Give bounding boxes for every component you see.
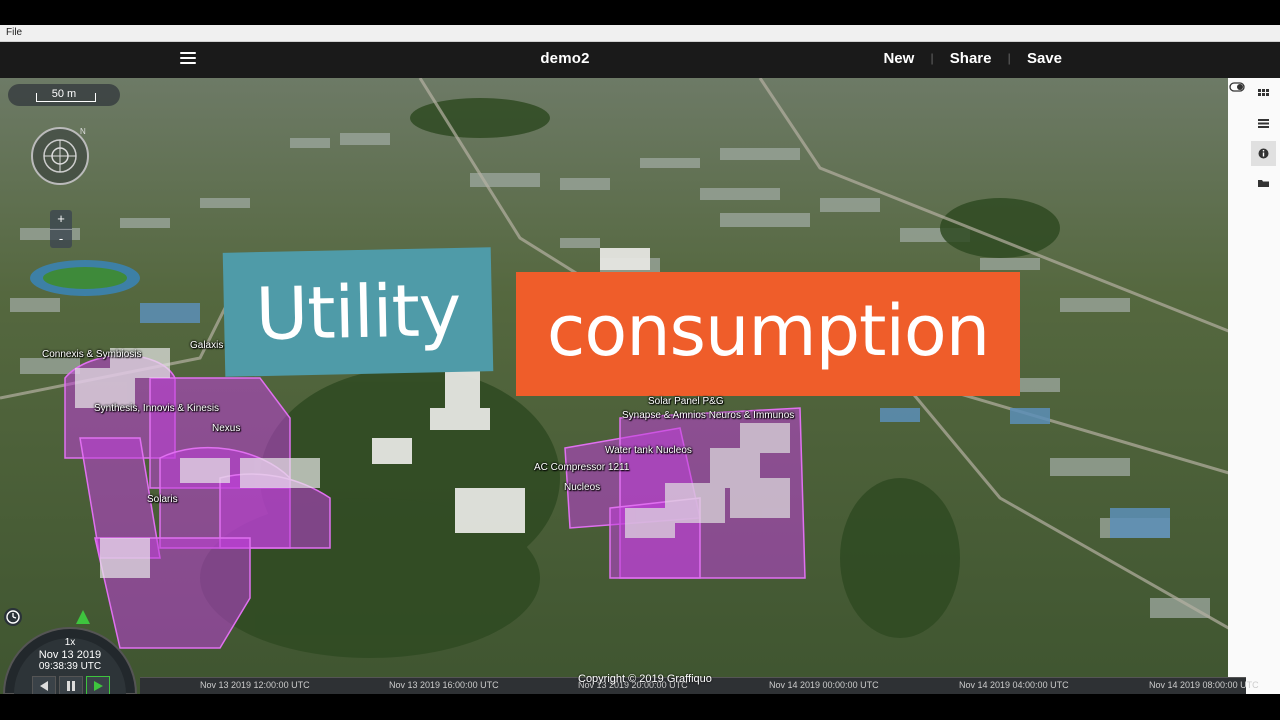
scale-bar: 50 m: [8, 84, 120, 106]
building-label[interactable]: Galaxis: [190, 340, 223, 351]
zoom-in-button[interactable]: +: [50, 210, 72, 230]
title-card-orange: consumption: [516, 272, 1020, 396]
building-label[interactable]: Connexis & Symbiosis: [42, 349, 141, 360]
scale-line: [36, 93, 96, 102]
folder-icon[interactable]: [1251, 171, 1276, 196]
compass-icon[interactable]: N: [30, 126, 90, 186]
save-button[interactable]: Save: [1027, 50, 1062, 67]
title-consumption: consumption: [546, 290, 990, 372]
building-label[interactable]: Synthesis, Innovis & Kinesis: [94, 403, 219, 414]
building-label[interactable]: Water tank Nucleos: [605, 445, 692, 456]
timeline-tick: Nov 14 2019 04:00:00 UTC: [959, 680, 1069, 690]
building-label[interactable]: Synapse & Amnios Neuros & Immunos: [622, 410, 794, 421]
title-card-teal: Utility: [222, 247, 494, 377]
grid-icon[interactable]: [1251, 81, 1276, 106]
rewind-icon[interactable]: [32, 676, 56, 696]
clock-date: Nov 13 2019: [38, 649, 102, 661]
menu-bar: File: [0, 25, 1280, 42]
play-icon[interactable]: [86, 676, 110, 696]
divider: |: [930, 51, 934, 65]
zoom-out-button[interactable]: -: [50, 230, 72, 249]
toggle-icon[interactable]: [1229, 80, 1247, 94]
menu-file[interactable]: File: [6, 27, 22, 38]
building-label[interactable]: AC Compressor 1211: [534, 462, 629, 473]
header-actions: New | Share | Save: [883, 50, 1062, 67]
clock-time: 09:38:39 UTC: [38, 661, 102, 672]
timeline-tick: Nov 14 2019 00:00:00 UTC: [769, 680, 879, 690]
share-button[interactable]: Share: [950, 50, 992, 67]
building-label[interactable]: Nucleos: [564, 482, 600, 493]
timeline-tick: Nov 14 2019 08:00:00 UTC: [1149, 680, 1259, 690]
building-label[interactable]: Solaris: [147, 494, 178, 505]
list-icon[interactable]: [1251, 111, 1276, 136]
bottom-black-bar: [0, 694, 1280, 720]
pause-icon[interactable]: [59, 676, 83, 696]
zoom-control: + -: [50, 210, 72, 248]
app-header: demo2 New | Share | Save: [0, 42, 1280, 78]
timeline-tick: Nov 13 2019 12:00:00 UTC: [200, 680, 310, 690]
divider: |: [1007, 51, 1011, 65]
timeline-tick: Nov 13 2019 16:00:00 UTC: [389, 680, 499, 690]
svg-text:N: N: [80, 127, 86, 136]
building-label[interactable]: Nexus: [212, 423, 240, 434]
top-black-bar: [0, 0, 1280, 25]
map-copyright: Copyright © 2019 Graffiquo: [578, 673, 712, 685]
clock-speed: 1x: [64, 637, 76, 648]
info-icon[interactable]: [1251, 141, 1276, 166]
new-button[interactable]: New: [883, 50, 914, 67]
building-label[interactable]: Solar Panel P&G: [648, 396, 724, 407]
title-utility: Utility: [254, 267, 462, 357]
